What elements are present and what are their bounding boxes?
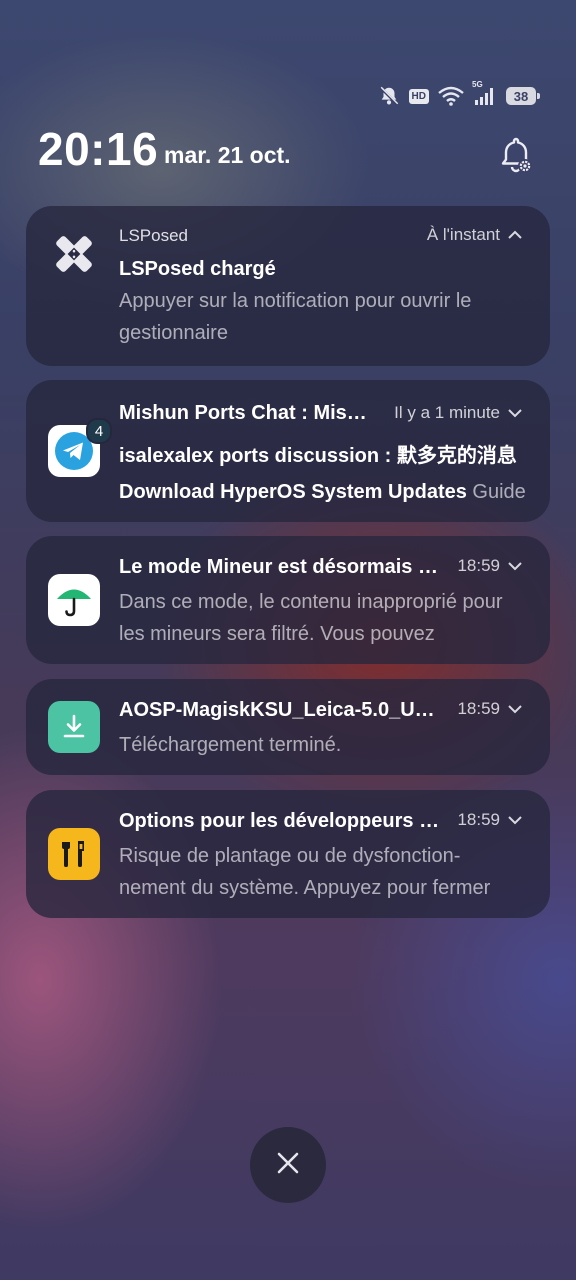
notification-body: Téléchargement terminé. [119,734,342,756]
lsposed-icon [48,228,100,280]
notification-developer-options[interactable]: Options pour les développeurs activées R… [26,790,550,918]
close-icon [276,1151,300,1180]
notification-lsposed[interactable]: LSPosed LSPosed chargé Appuyer sur la no… [26,206,550,366]
chevron-down-icon[interactable] [508,810,522,830]
notification-body: Risque de plantage ou de dysfonction-nem… [119,845,491,899]
notification-time: 18:59 [457,810,500,829]
notification-title: Le mode Mineur est désormais activé [119,556,446,578]
notification-meta: 18:59 [457,810,522,830]
notification-time: Il y a 1 minute [394,403,500,422]
bell-off-icon [378,85,400,107]
chevron-down-icon[interactable] [508,556,522,576]
notification-body: Dans ce mode, le contenu inapproprié pou… [119,591,503,645]
umbrella-icon [48,574,100,626]
notification-meta: 18:59 [457,699,522,719]
notification-download[interactable]: AOSP-MagiskKSU_Leica-5.0_Update.zip Télé… [26,679,550,775]
notification-title: LSPosed chargé [119,258,276,280]
notification-title: Options pour les développeurs activées [119,810,446,832]
date: mar. 21 oct. [164,142,291,168]
notification-time: 18:59 [457,699,500,718]
developer-tools-icon [48,828,100,880]
network-type-label: 5G [472,80,483,89]
notification-title: AOSP-MagiskKSU_Leica-5.0_Update.zip [119,699,446,721]
notification-meta: 18:59 [457,556,522,576]
bell-settings-icon[interactable] [496,136,536,176]
notification-line-2: isalexalex ports discussion : 默多克的消息 [119,445,517,467]
chevron-down-icon[interactable] [508,403,522,423]
notification-body: Appuyer sur la notification pour ouvrir … [119,290,472,344]
battery-icon: 38 [506,87,540,105]
notification-meta: À l'instant [427,225,522,245]
chevron-up-icon[interactable] [508,225,522,245]
clear-all-button[interactable] [250,1127,326,1203]
notification-telegram[interactable]: 4 Mishun Ports Chat : Mishun Ports Chat … [26,380,550,522]
signal-icon: 5G [472,80,497,107]
download-icon [48,701,100,753]
notification-title: Mishun Ports Chat : Mishun Ports Chat [119,402,367,424]
hd-icon: HD [408,88,429,104]
notification-time: 18:59 [457,556,500,575]
clock: 20:16 [38,123,159,175]
notification-line-3: Download HyperOS System Updates Guide [119,481,526,504]
chevron-down-icon[interactable] [508,699,522,719]
notification-line-3-rest: Guide [466,481,526,503]
unread-badge: 4 [86,418,112,444]
status-bar: HD 5G 38 [378,80,540,108]
notification-line-3-bold: Download HyperOS System Updates [119,481,467,503]
notification-meta: Il y a 1 minute [394,403,522,423]
notification-minor-mode[interactable]: Le mode Mineur est désormais activé Dans… [26,536,550,664]
header: 20:16 mar. 21 oct. [38,122,536,182]
wifi-icon [438,86,464,106]
notification-time: À l'instant [426,225,500,244]
